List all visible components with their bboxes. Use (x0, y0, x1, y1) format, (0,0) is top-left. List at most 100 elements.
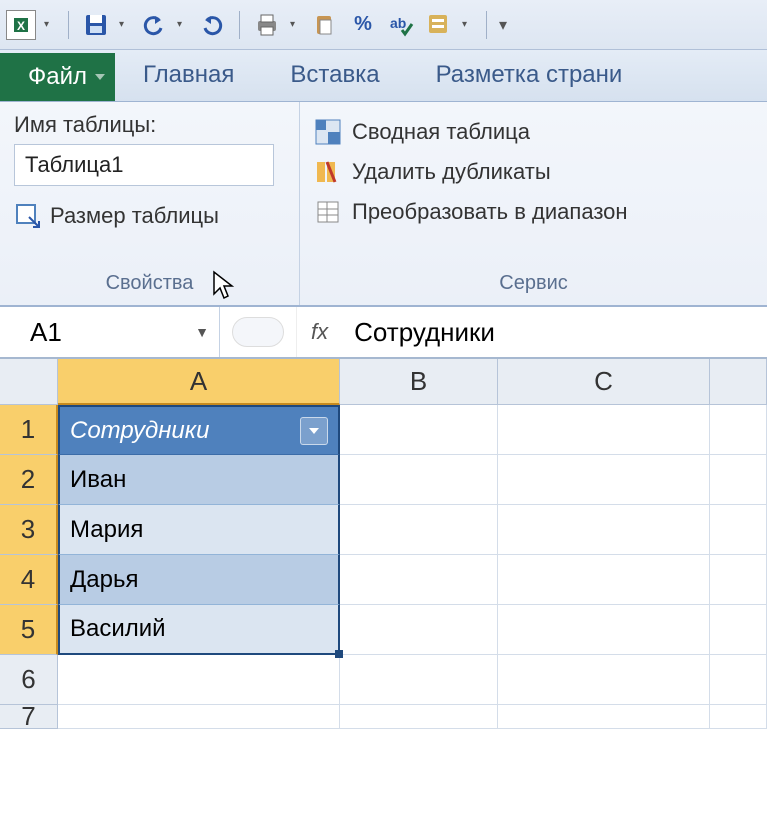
chevron-down-icon[interactable]: ▾ (462, 19, 474, 30)
svg-text:ab: ab (390, 15, 406, 31)
save-icon (83, 12, 109, 38)
ribbon-tabs: Файл Главная Вставка Разметка страни (0, 50, 767, 102)
ribbon: Имя таблицы: Размер таблицы Свойства Сво… (0, 102, 767, 307)
cancel-formula-icon[interactable] (232, 317, 284, 347)
tab-insert[interactable]: Вставка (262, 51, 407, 101)
column-header-d[interactable] (710, 359, 767, 405)
cell-a5[interactable]: Василий (58, 605, 340, 655)
percent-button[interactable]: % (348, 10, 378, 40)
row-header-3[interactable]: 3 (0, 505, 58, 555)
cell-c1[interactable] (498, 405, 710, 455)
cell-b7[interactable] (340, 705, 498, 729)
cell-d5[interactable] (710, 605, 767, 655)
row-header-1[interactable]: 1 (0, 405, 58, 455)
chevron-down-icon[interactable]: ▾ (44, 19, 56, 30)
filter-dropdown-button[interactable] (300, 417, 328, 445)
formula-bar: A1 ▼ fx Сотрудники (0, 307, 767, 359)
separator (68, 11, 69, 39)
cell-a2[interactable]: Иван (58, 455, 340, 505)
cell-a3[interactable]: Мария (58, 505, 340, 555)
properties-icon (426, 12, 452, 38)
paste-button[interactable] (310, 10, 340, 40)
name-box-value: A1 (30, 317, 62, 348)
cell-b1[interactable] (340, 405, 498, 455)
cell-c5[interactable] (498, 605, 710, 655)
cell-a6[interactable] (58, 655, 340, 705)
formula-input[interactable]: Сотрудники (342, 307, 767, 357)
column-header-a[interactable]: A (58, 359, 340, 405)
chevron-down-icon[interactable]: ▾ (290, 19, 302, 30)
cell-a7[interactable] (58, 705, 340, 729)
cell-d1[interactable] (710, 405, 767, 455)
ribbon-group-properties: Имя таблицы: Размер таблицы Свойства (0, 102, 300, 305)
cell-d7[interactable] (710, 705, 767, 729)
undo-button[interactable] (139, 10, 169, 40)
tab-file[interactable]: Файл (0, 53, 115, 101)
row-header-6[interactable]: 6 (0, 655, 58, 705)
chevron-down-icon (308, 425, 320, 437)
excel-logo-icon: X (6, 10, 36, 40)
dedupe-label: Удалить дубликаты (352, 159, 551, 185)
dedupe-icon (314, 158, 342, 186)
row-header-7[interactable]: 7 (0, 705, 58, 729)
redo-button[interactable] (197, 10, 227, 40)
row-header-2[interactable]: 2 (0, 455, 58, 505)
cell-c2[interactable] (498, 455, 710, 505)
print-icon (254, 12, 280, 38)
group-label-tools: Сервис (314, 268, 753, 301)
selection-handle[interactable] (335, 650, 343, 658)
cell-b6[interactable] (340, 655, 498, 705)
redo-icon (199, 12, 225, 38)
tab-home[interactable]: Главная (115, 51, 262, 101)
cell-d6[interactable] (710, 655, 767, 705)
table-name-input[interactable] (14, 144, 274, 186)
chevron-down-icon[interactable]: ▾ (119, 19, 131, 30)
cell-d3[interactable] (710, 505, 767, 555)
pivot-icon (314, 118, 342, 146)
save-button[interactable] (81, 10, 111, 40)
resize-table-button[interactable]: Размер таблицы (14, 202, 285, 230)
cell-d2[interactable] (710, 455, 767, 505)
remove-duplicates-button[interactable]: Удалить дубликаты (314, 152, 753, 192)
cell-d4[interactable] (710, 555, 767, 605)
spellcheck-button[interactable]: ab (386, 10, 416, 40)
table-header-cell[interactable]: Сотрудники (58, 405, 340, 455)
customize-qat-icon[interactable]: ▾ (499, 15, 511, 35)
fx-icon[interactable]: fx (297, 307, 342, 357)
table-header-text: Сотрудники (70, 417, 209, 445)
tab-page-layout[interactable]: Разметка страни (408, 51, 651, 101)
convert-to-range-button[interactable]: Преобразовать в диапазон (314, 192, 753, 232)
separator (486, 11, 487, 39)
cell-a5-text: Василий (70, 615, 166, 643)
resize-icon (14, 202, 42, 230)
cell-c3[interactable] (498, 505, 710, 555)
clipboard-icon (312, 12, 338, 38)
separator (239, 11, 240, 39)
cell-b3[interactable] (340, 505, 498, 555)
pivot-label: Сводная таблица (352, 119, 530, 145)
name-box[interactable]: A1 ▼ (0, 307, 220, 357)
settings-button[interactable] (424, 10, 454, 40)
pivot-table-button[interactable]: Сводная таблица (314, 112, 753, 152)
chevron-down-icon[interactable]: ▼ (195, 324, 209, 340)
ribbon-group-tools: Сводная таблица Удалить дубликаты Преобр… (300, 102, 767, 305)
group-label-properties: Свойства (14, 268, 285, 301)
cell-a4[interactable]: Дарья (58, 555, 340, 605)
chevron-down-icon[interactable]: ▾ (177, 19, 189, 30)
row-header-4[interactable]: 4 (0, 555, 58, 605)
row-header-5[interactable]: 5 (0, 605, 58, 655)
cell-c4[interactable] (498, 555, 710, 605)
print-button[interactable] (252, 10, 282, 40)
cell-b5[interactable] (340, 605, 498, 655)
select-all-corner[interactable] (0, 359, 58, 405)
cell-b2[interactable] (340, 455, 498, 505)
cell-c6[interactable] (498, 655, 710, 705)
column-header-c[interactable]: C (498, 359, 710, 405)
cell-b4[interactable] (340, 555, 498, 605)
column-header-b[interactable]: B (340, 359, 498, 405)
percent-icon: % (354, 13, 372, 36)
cell-c7[interactable] (498, 705, 710, 729)
quick-access-toolbar: X ▾ ▾ ▾ ▾ % ab ▾ ▾ (0, 0, 767, 50)
spreadsheet-grid: A B C 1 Сотрудники 2 Иван 3 Мария 4 Дарь… (0, 359, 767, 729)
resize-table-label: Размер таблицы (50, 203, 219, 229)
